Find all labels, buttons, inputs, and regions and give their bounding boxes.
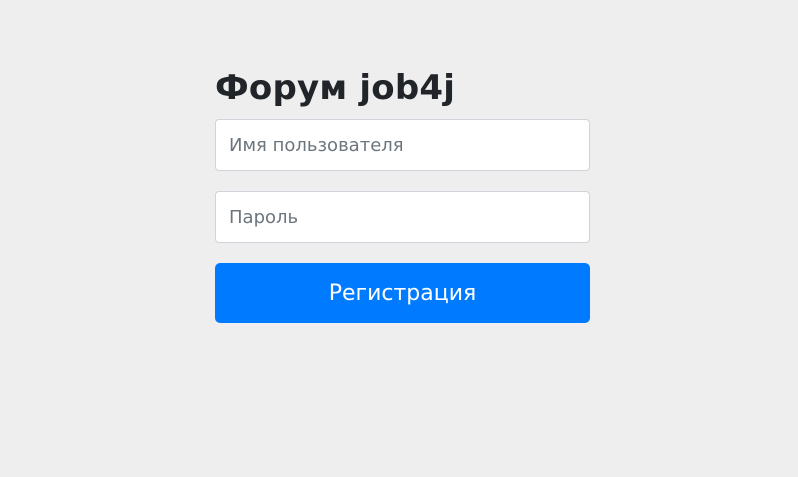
registration-form: Форум job4j Регистрация [215, 66, 590, 323]
register-button[interactable]: Регистрация [215, 263, 590, 323]
page-title: Форум job4j [215, 68, 456, 108]
username-input[interactable] [215, 119, 590, 171]
password-input[interactable] [215, 191, 590, 243]
